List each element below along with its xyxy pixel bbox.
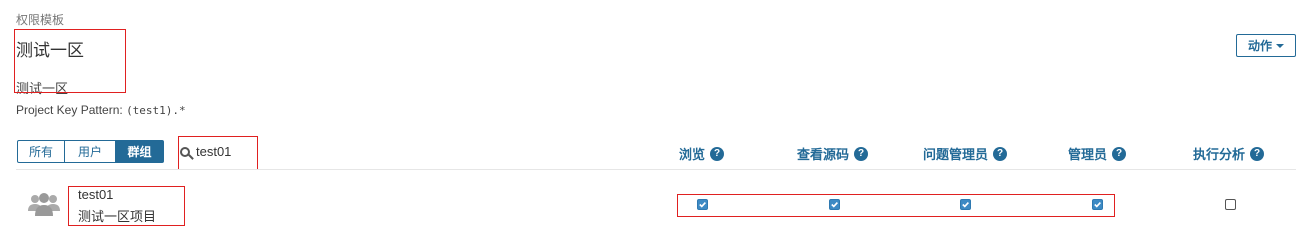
caret-down-icon (1276, 43, 1284, 48)
checkbox-execute-analysis[interactable] (1225, 199, 1236, 210)
pattern-value: (test1).* (126, 104, 186, 117)
filter-tab-users[interactable]: 用户 (65, 140, 116, 163)
filter-tab-label: 用户 (77, 145, 102, 159)
pattern-label: Project Key Pattern: (16, 103, 123, 117)
column-header-admin: 管理员 ? (1068, 144, 1127, 163)
filter-tab-label: 所有 (28, 145, 53, 159)
column-header-label: 查看源码 (797, 147, 850, 162)
annotation-box-search (178, 136, 258, 170)
filter-tab-all[interactable]: 所有 (17, 140, 65, 163)
actions-button-label: 动作 (1247, 39, 1272, 53)
filter-segmented-control: 所有 用户 群组 (17, 140, 164, 163)
help-icon[interactable]: ? (1112, 146, 1127, 161)
group-icon (28, 193, 60, 216)
column-header-execute-analysis: 执行分析 ? (1193, 144, 1265, 163)
breadcrumb[interactable]: 权限模板 (16, 11, 64, 28)
annotation-box-group (68, 186, 185, 226)
column-header-label: 浏览 (679, 147, 706, 162)
actions-button[interactable]: 动作 (1236, 34, 1296, 57)
column-header-label: 管理员 (1068, 147, 1108, 162)
filter-tab-groups[interactable]: 群组 (116, 140, 164, 163)
help-icon[interactable]: ? (993, 146, 1008, 161)
help-icon[interactable]: ? (710, 146, 725, 161)
help-icon[interactable]: ? (1250, 146, 1265, 161)
annotation-box-title (14, 29, 126, 93)
filter-tab-label: 群组 (127, 145, 152, 159)
column-header-browse: 浏览 ? (679, 144, 725, 163)
header-divider (16, 169, 1296, 170)
column-header-label: 问题管理员 (923, 147, 989, 162)
help-icon[interactable]: ? (854, 146, 869, 161)
project-key-pattern: Project Key Pattern: (test1).* (16, 103, 186, 117)
column-header-issue-admin: 问题管理员 ? (923, 144, 1008, 163)
column-header-see-source: 查看源码 ? (797, 144, 869, 163)
column-header-label: 执行分析 (1193, 147, 1246, 162)
annotation-box-checkboxes (677, 194, 1115, 217)
